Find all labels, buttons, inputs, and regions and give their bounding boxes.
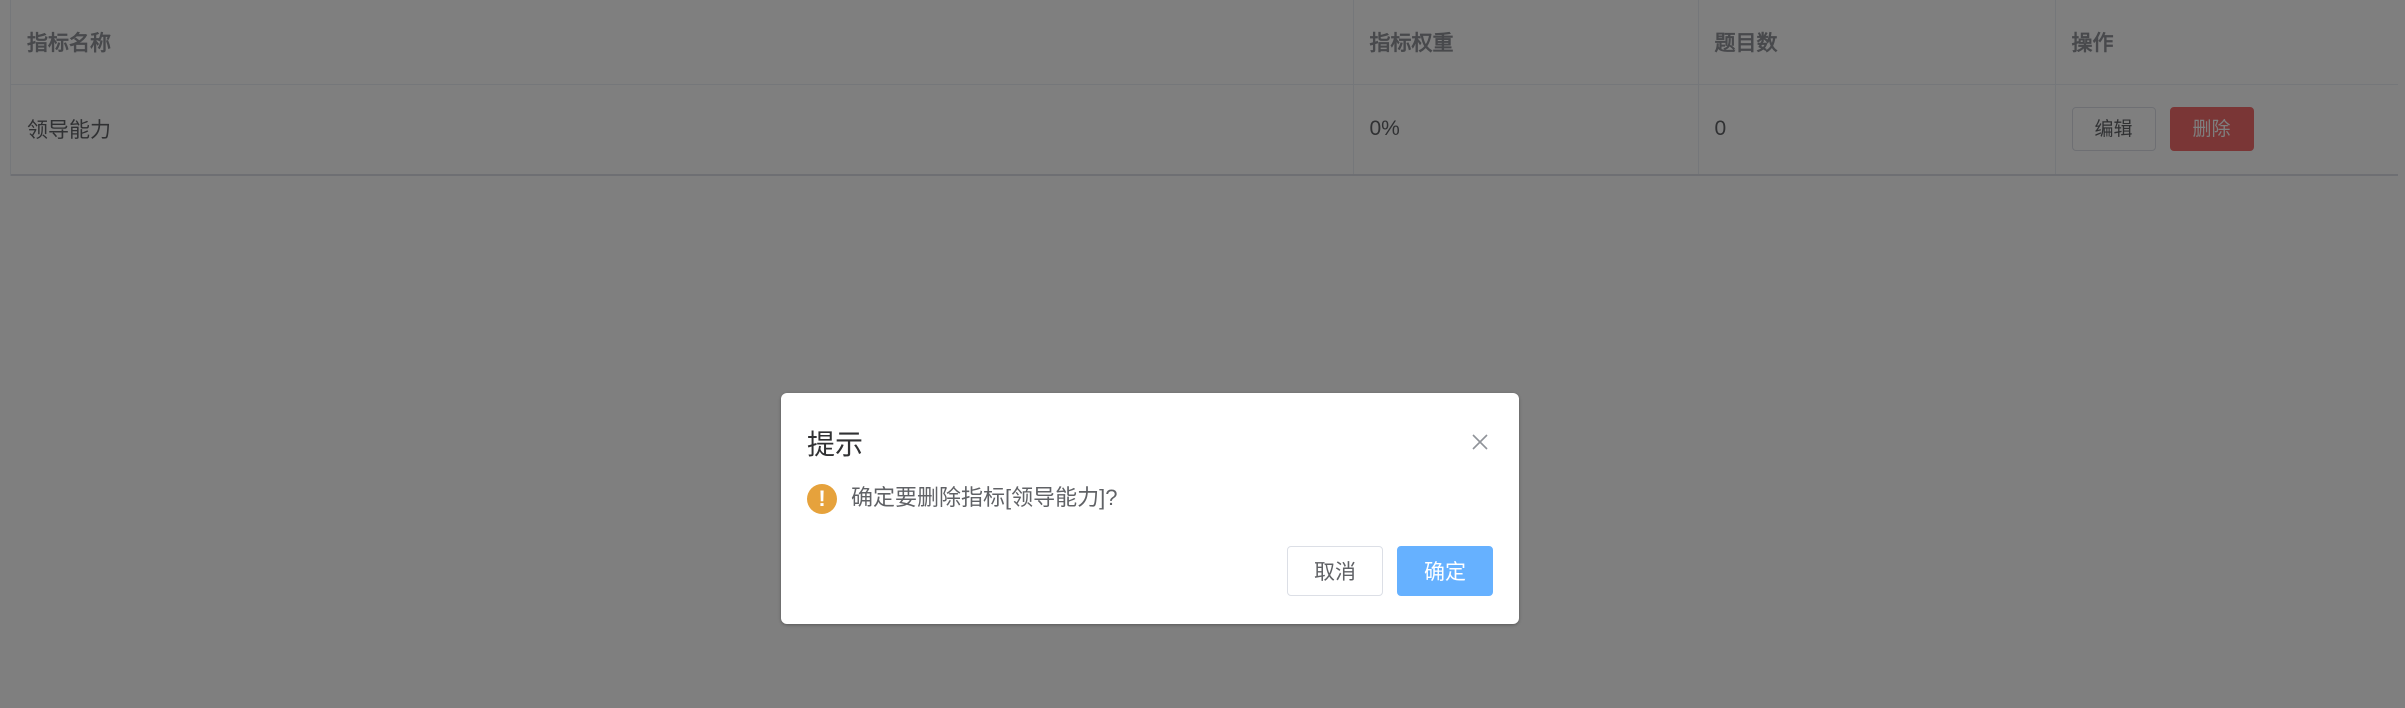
cancel-button[interactable]: 取消: [1287, 545, 1383, 596]
modal-overlay[interactable]: 提示 ! 确定要删除指标[领导能力]? 取消 确定: [0, 0, 2405, 708]
dialog-title: 提示: [807, 429, 864, 460]
dialog-header: 提示: [781, 413, 1519, 472]
dialog-message: 确定要删除指标[领导能力]?: [851, 485, 1118, 511]
warning-glyph: !: [818, 485, 826, 511]
confirm-dialog: 提示 ! 确定要删除指标[领导能力]? 取消 确定: [781, 393, 1519, 624]
confirm-button[interactable]: 确定: [1397, 545, 1493, 596]
dialog-body: ! 确定要删除指标[领导能力]?: [781, 472, 1519, 526]
close-icon[interactable]: [1463, 425, 1497, 459]
dialog-footer: 取消 确定: [781, 526, 1519, 624]
warning-icon: !: [807, 483, 837, 514]
